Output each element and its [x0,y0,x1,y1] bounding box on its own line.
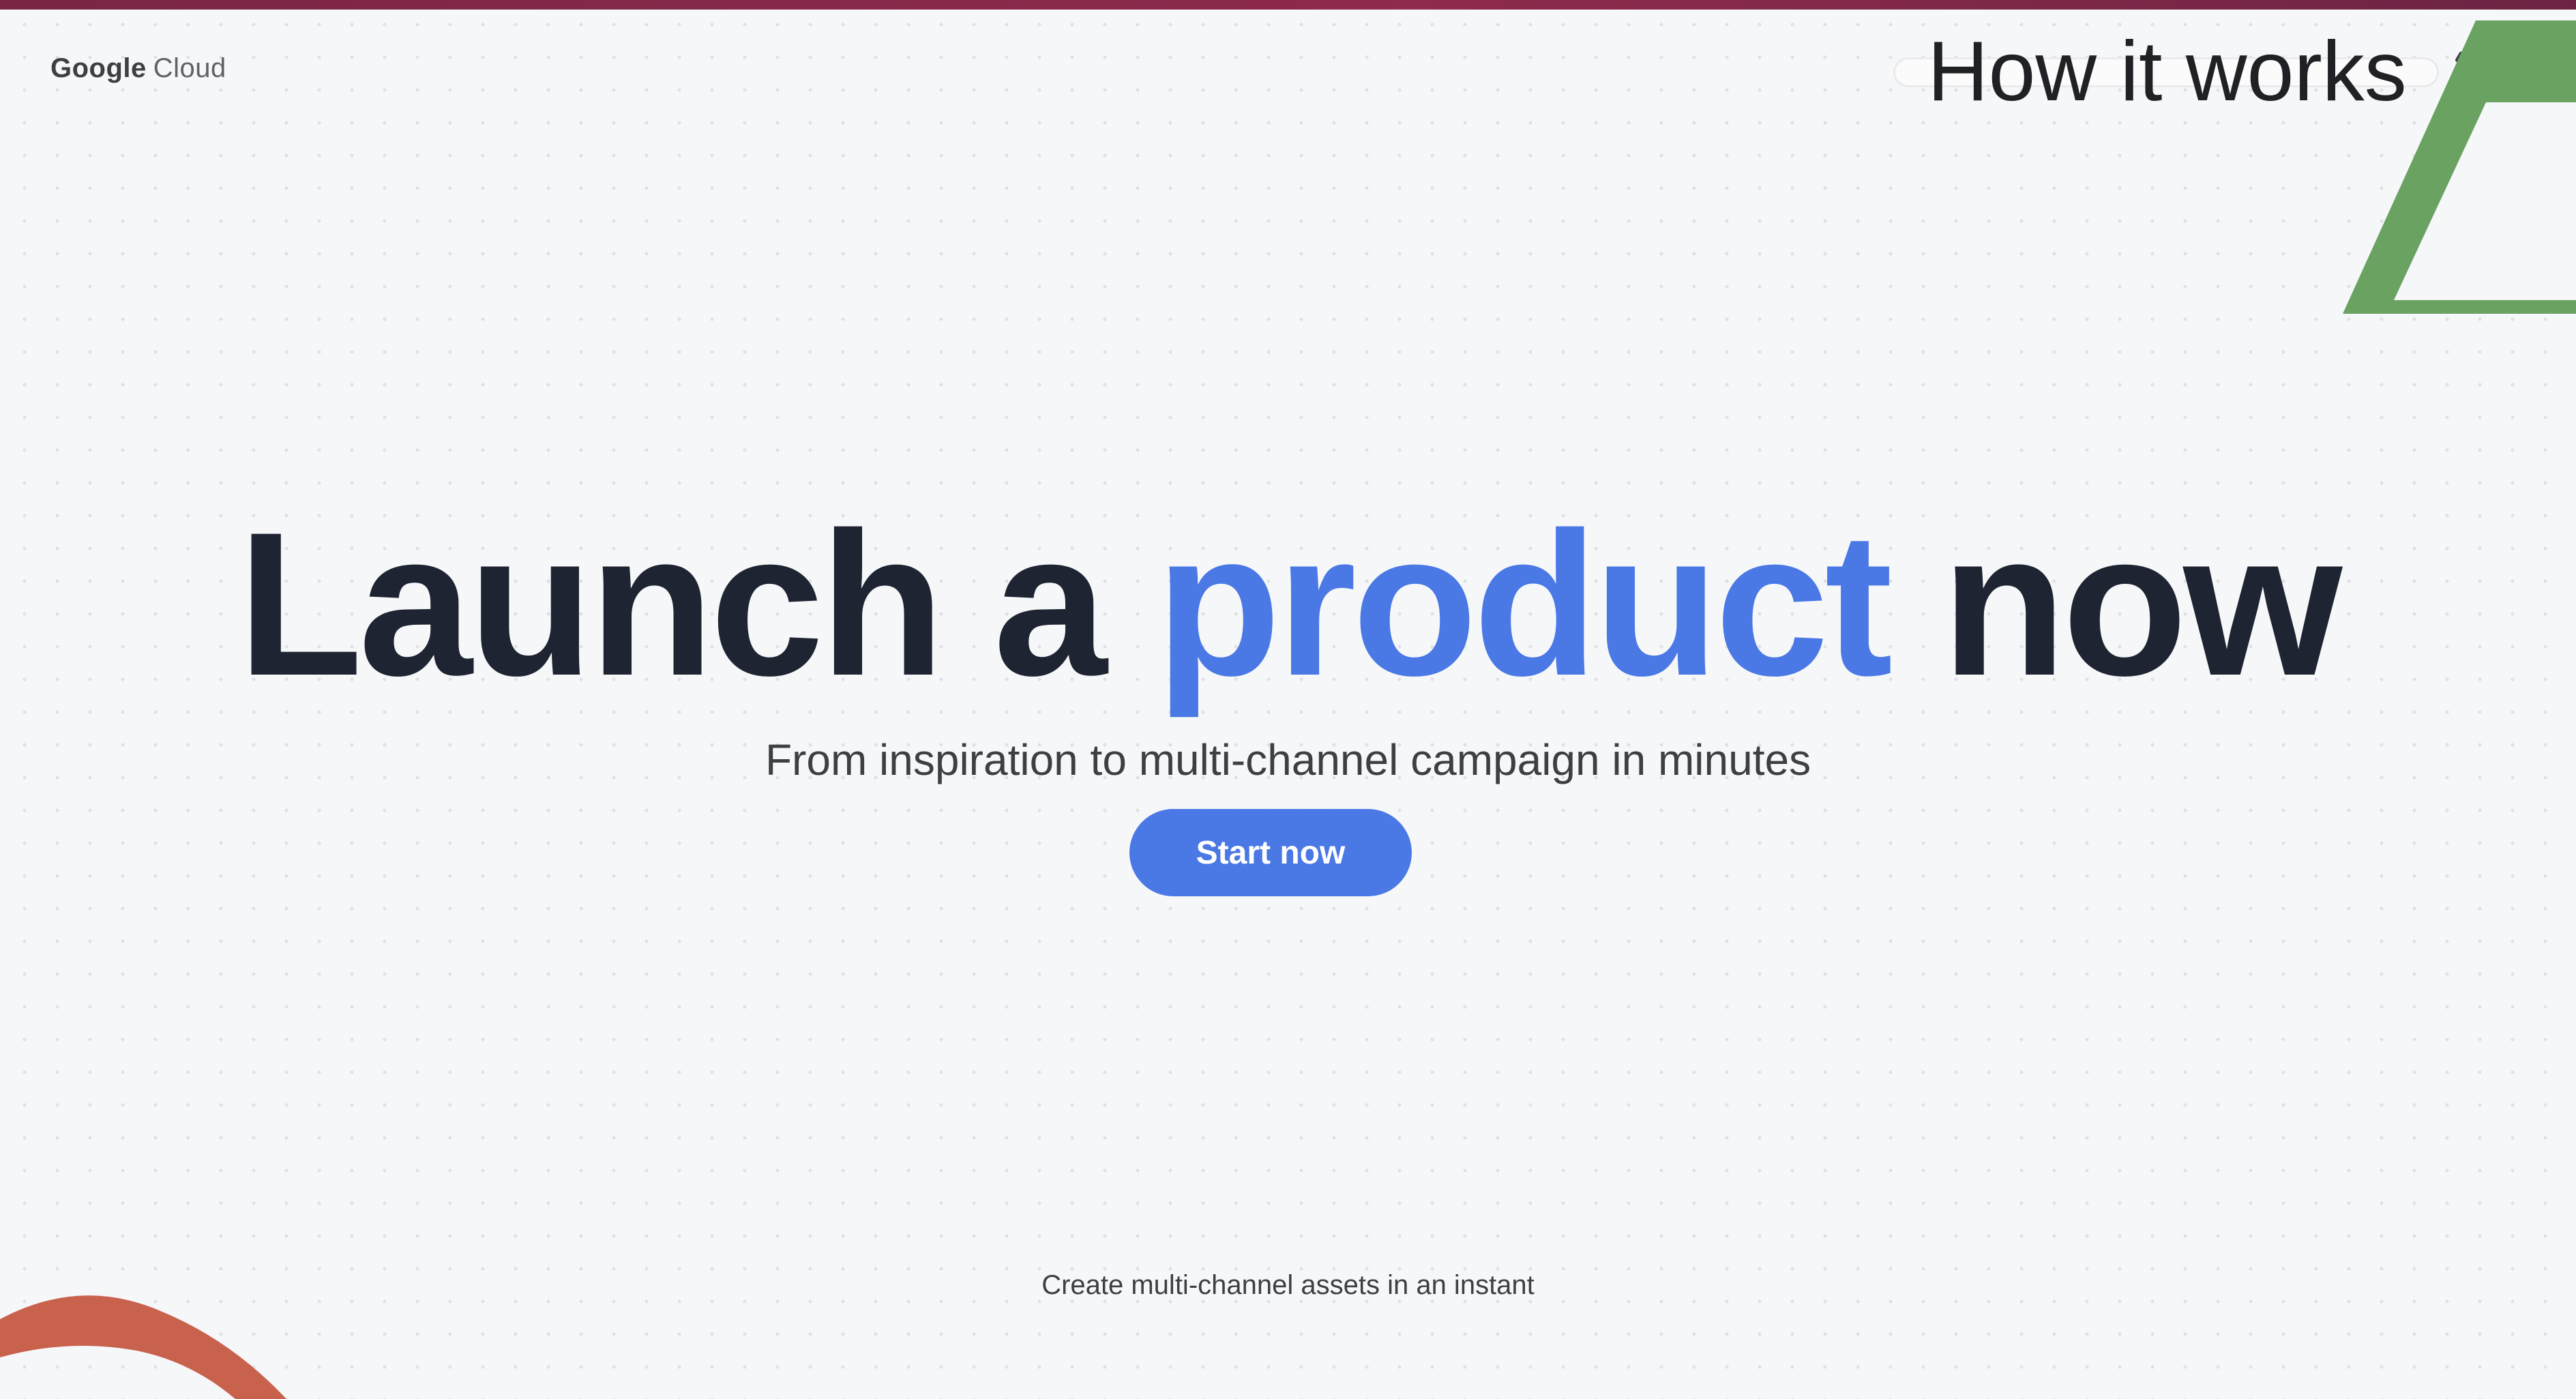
hero-section: Launch a product now From inspiration to… [0,491,2576,789]
headline-text-before: Launch a [237,489,1156,718]
google-cloud-logo[interactable]: Google Cloud [50,48,226,89]
hero-subheadline: From inspiration to multi-channel campai… [765,735,1811,784]
hero-headline: Launch a product now [0,491,2576,716]
start-now-button[interactable]: Start now [1129,809,1412,896]
headline-accent-word: product [1155,489,1893,718]
triangle-decoration [2343,20,2576,314]
browser-top-strip [0,0,2576,10]
headline-text-after: now [1889,489,2343,718]
assets-caption: Create multi-channel assets in an instan… [1041,1270,1535,1300]
logo-cloud-text: Cloud [153,53,226,83]
logo-google-text: Google [50,53,147,83]
